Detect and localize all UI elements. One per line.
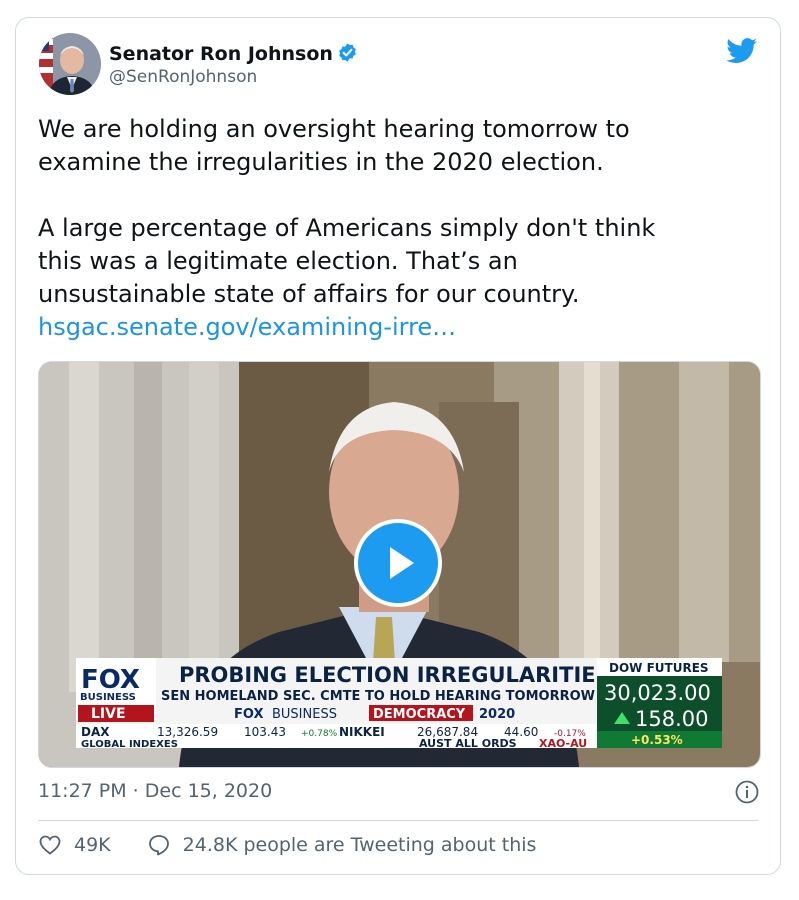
play-button[interactable] — [354, 519, 442, 607]
brand-line-democracy: DEMOCRACY — [373, 707, 466, 722]
divider — [38, 820, 758, 821]
like-count: 49K — [74, 834, 111, 856]
ticker-aust-all-ords: AUST ALL ORDS — [419, 737, 517, 750]
brand-line-fox: FOX — [234, 707, 264, 722]
tweet-paragraph-2: A large percentage of Americans simply d… — [38, 214, 656, 308]
brand-line-business: BUSINESS — [272, 707, 337, 722]
fox-logo-business: BUSINESS — [80, 692, 136, 703]
tweet-link[interactable]: hsgac.senate.gov/examining-irre… — [38, 313, 456, 341]
ticker-dax-pct: +0.78% — [301, 729, 338, 739]
twitter-bird-icon[interactable] — [726, 38, 758, 68]
ticker-xao: XAO-AU — [539, 737, 587, 750]
ticker-dax-value: 13,326.59 — [157, 725, 218, 739]
conversation-text: 24.8K people are Tweeting about this — [182, 834, 537, 856]
dow-label: DOW FUTURES — [609, 661, 709, 675]
live-badge: LIVE — [91, 706, 126, 722]
tweet-actions: 49K 24.8K people are Tweeting about this — [38, 833, 536, 857]
ticker-dax: DAX — [81, 725, 110, 739]
fox-logo-text: FOX — [81, 665, 140, 695]
tweet-card: Senator Ron Johnson @SenRonJohnson We ar… — [15, 17, 781, 875]
conversation-button[interactable]: 24.8K people are Tweeting about this — [147, 833, 537, 857]
ticker-nikkei: NIKKEI — [339, 725, 385, 739]
info-icon[interactable] — [735, 780, 759, 804]
author-name[interactable]: Senator Ron Johnson — [109, 42, 358, 68]
ticker-dax-change: 103.43 — [244, 725, 286, 739]
tweet-text: We are holding an oversight hearing tomo… — [38, 113, 758, 344]
brand-line-year: 2020 — [479, 707, 515, 722]
subheadline: SEN HOMELAND SEC. CMTE TO HOLD HEARING T… — [161, 689, 595, 704]
author-handle[interactable]: @SenRonJohnson — [109, 67, 257, 87]
play-icon — [390, 547, 414, 579]
verified-badge-icon — [337, 42, 358, 68]
ticker-global-indexes: GLOBAL INDEXES — [81, 739, 178, 750]
reply-bubble-icon — [148, 835, 169, 856]
headline: PROBING ELECTION IRREGULARITIES — [179, 663, 611, 687]
heart-icon — [39, 835, 61, 855]
tweet-paragraph-1: We are holding an oversight hearing tomo… — [38, 115, 630, 176]
tweet-timestamp[interactable]: 11:27 PM · Dec 15, 2020 — [38, 780, 272, 802]
dow-change: 158.00 — [635, 707, 708, 731]
author-name-text: Senator Ron Johnson — [109, 43, 333, 65]
avatar[interactable] — [39, 33, 101, 95]
video-player[interactable]: FOX BUSINESS LIVE PROBING ELECTION IRREG… — [38, 361, 761, 768]
dow-pct: +0.53% — [631, 733, 683, 747]
like-button[interactable]: 49K — [38, 833, 111, 857]
dow-value: 30,023.00 — [604, 681, 711, 705]
